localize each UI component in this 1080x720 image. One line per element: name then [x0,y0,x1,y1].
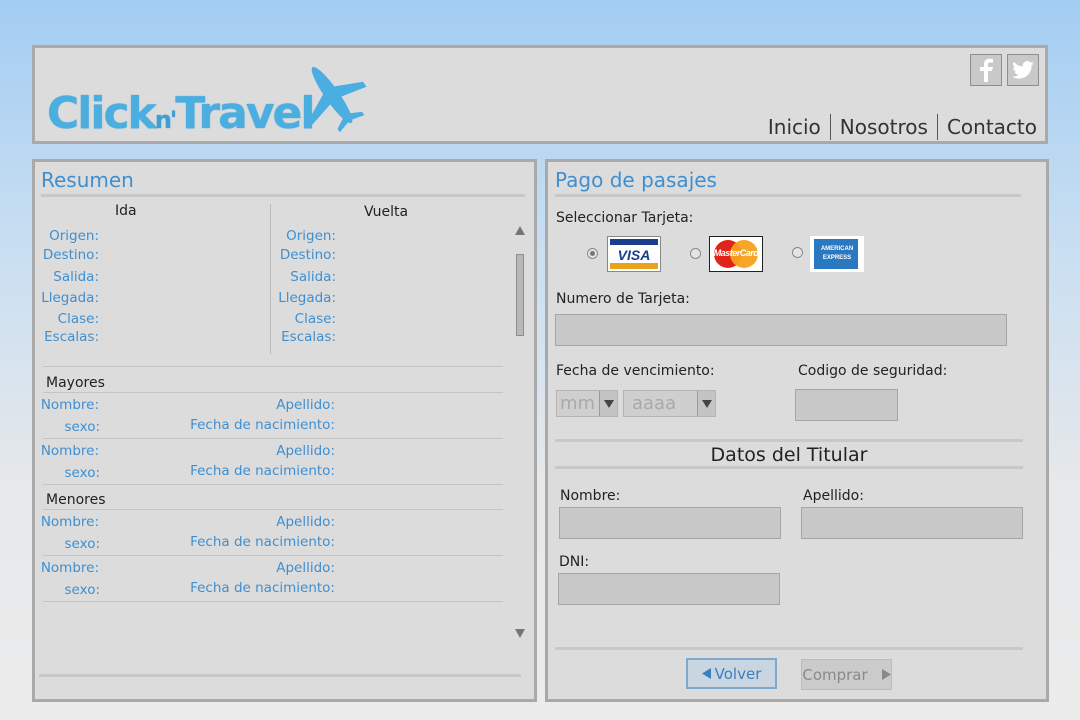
anio-placeholder: aaaa [632,393,677,414]
menor1-fecha-label: Fecha de nacimiento: [190,534,335,550]
codigo-seguridad-input[interactable] [795,389,898,421]
menor1-apellido-label: Apellido: [276,514,335,530]
seleccionar-label: Seleccionar Tarjeta: [556,210,694,226]
numero-label: Numero de Tarjeta: [556,291,690,307]
scroll-down-icon[interactable] [514,628,526,639]
divider [43,509,503,510]
vuelta-origen-label: Origen: [286,228,336,244]
amex-card-icon[interactable]: AMERICAN EXPRESS [810,236,864,272]
menor2-apellido-label: Apellido: [276,560,335,576]
visa-card-label: VISA [617,247,651,263]
divider [43,484,503,485]
pago-title: Pago de pasajes [555,168,717,192]
main-nav: Inicio Nosotros Contacto [759,114,1037,140]
titular-apellido-input[interactable] [801,507,1023,539]
visa-radio[interactable] [587,248,598,259]
twitter-icon [1012,61,1034,79]
ida-heading: Ida [115,203,137,219]
vuelta-destino-label: Destino: [279,247,336,263]
chevron-down-icon [599,391,617,416]
vuelta-escalas-label: Escalas: [281,329,336,345]
facebook-icon [980,58,993,82]
mayor2-nombre-label: Nombre: [40,443,99,459]
mes-placeholder: mm [560,393,596,414]
vuelta-heading: Vuelta [364,204,409,220]
logo[interactable]: Clickn'Travel [47,54,367,140]
titular-dni-label: DNI: [559,554,590,570]
divider [555,439,1023,442]
mayores-heading: Mayores [46,375,105,391]
volver-label: Volver [714,664,762,683]
ida-destino-label: Destino: [42,247,99,263]
nav-inicio[interactable]: Inicio [759,114,830,140]
menor2-nombre-label: Nombre: [40,560,99,576]
volver-button[interactable]: Volver [686,658,777,689]
scroll-up-icon[interactable] [514,225,526,236]
titular-nombre-label: Nombre: [560,488,621,504]
titular-nombre-input[interactable] [559,507,781,539]
vuelta-salida-label: Salida: [290,269,336,285]
menor2-fecha-label: Fecha de nacimiento: [190,580,335,596]
divider [41,194,525,197]
scrollbar-thumb[interactable] [516,254,524,336]
arrow-left-icon [701,668,711,679]
codigo-label: Codigo de seguridad: [798,363,948,379]
ida-escalas-label: Escalas: [44,329,99,345]
mayor2-fecha-label: Fecha de nacimiento: [190,463,335,479]
resumen-title: Resumen [41,168,134,192]
divider [555,647,1023,650]
mastercard-card-label: MasterCard [713,248,759,258]
chevron-down-icon [697,391,715,416]
mayor1-sexo-label: sexo: [64,419,100,435]
ida-llegada-label: Llegada: [41,290,99,306]
column-divider [270,204,271,354]
titular-apellido-label: Apellido: [803,488,864,504]
mayor2-apellido-label: Apellido: [276,443,335,459]
menores-heading: Menores [46,492,106,508]
amex-card-label: AMERICAN EXPRESS [820,246,854,261]
pago-panel: Pago de pasajes Seleccionar Tarjeta: VIS… [545,159,1049,702]
facebook-button[interactable] [970,54,1002,86]
vencimiento-label: Fecha de vencimiento: [556,363,715,379]
visa-card-icon[interactable]: VISA [607,236,661,272]
titular-dni-input[interactable] [558,573,780,605]
arrow-right-icon [881,669,891,680]
mayor1-apellido-label: Apellido: [276,397,335,413]
mayor1-nombre-label: Nombre: [40,397,99,413]
menor1-sexo-label: sexo: [64,536,100,552]
divider [43,366,503,367]
divider [43,555,503,556]
divider [555,194,1021,197]
vuelta-clase-label: Clase: [294,311,336,327]
logo-wordmark: Clickn'Travel [47,88,315,139]
airplane-icon [308,66,367,133]
menor1-nombre-label: Nombre: [40,514,99,530]
nav-contacto[interactable]: Contacto [936,114,1037,140]
ida-origen-label: Origen: [49,228,99,244]
titular-heading: Datos del Titular [710,444,868,466]
comprar-button[interactable]: Comprar [801,659,892,690]
bottom-divider [39,674,521,677]
mastercard-card-icon[interactable]: MasterCard [709,236,763,272]
mayor2-sexo-label: sexo: [64,465,100,481]
header: Clickn'Travel Inicio Nosotros Contacto [32,45,1048,144]
ida-salida-label: Salida: [53,269,99,285]
divider [43,392,503,393]
amex-radio[interactable] [792,247,803,258]
anio-select[interactable]: aaaa [623,390,716,417]
vuelta-llegada-label: Llegada: [278,290,336,306]
mayor1-fecha-label: Fecha de nacimiento: [190,417,335,433]
twitter-button[interactable] [1007,54,1039,86]
divider [43,601,503,602]
divider [43,438,503,439]
mes-select[interactable]: mm [556,390,618,417]
nav-nosotros[interactable]: Nosotros [829,114,937,140]
resumen-panel: Resumen Ida Vuelta Origen: Destino: Sali… [32,159,537,702]
ida-clase-label: Clase: [57,311,99,327]
comprar-label: Comprar [802,665,868,684]
mastercard-radio[interactable] [690,248,701,259]
numero-tarjeta-input[interactable] [555,314,1007,346]
divider [555,466,1023,469]
menor2-sexo-label: sexo: [64,582,100,598]
